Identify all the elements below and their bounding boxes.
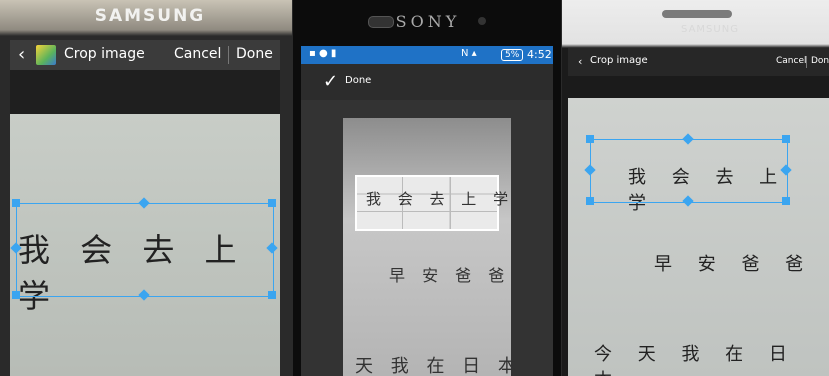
cjk-text-line: 早 安 爸 爸 <box>654 254 814 275</box>
gallery-app-icon <box>36 45 56 65</box>
crop-box[interactable] <box>16 203 274 297</box>
nfc-signal-icon: N ▴ <box>461 48 477 59</box>
action-bar: ✓ Done <box>301 64 553 100</box>
action-bar-title: Crop image <box>590 55 648 66</box>
crop-corner-handle[interactable] <box>782 135 790 143</box>
cjk-text-line: 今 天 我 在 日 本 <box>594 344 797 376</box>
crop-corner-handle[interactable] <box>12 291 20 299</box>
done-button[interactable]: Done <box>236 46 273 62</box>
brand-logo: SAMSUNG <box>681 24 739 35</box>
speaker-grille <box>662 10 732 18</box>
crop-corner-handle[interactable] <box>586 135 594 143</box>
action-bar: ‹ Crop image Cancel Done <box>568 48 829 76</box>
image-preview <box>343 118 511 376</box>
battery-indicator: 5% <box>501 49 524 61</box>
checkmark-icon[interactable]: ✓ <box>323 71 338 92</box>
divider <box>228 46 229 64</box>
phone-photo-sony: SONY ▪ ● ▮ N ▴ 5% 4:52 ✓ Done 我 会 去 上 学 … <box>293 0 561 376</box>
front-camera <box>478 17 486 25</box>
divider <box>806 56 807 68</box>
crop-corner-handle[interactable] <box>586 197 594 205</box>
cancel-button[interactable]: Cancel <box>776 56 807 66</box>
crop-corner-handle[interactable] <box>12 199 20 207</box>
cjk-text-line: 早 安 爸 爸 <box>389 266 511 285</box>
dim-area <box>10 70 280 114</box>
action-bar: ‹ Crop image Cancel Done <box>10 40 280 70</box>
status-time: 4:52 <box>527 48 552 61</box>
done-button[interactable]: Done <box>811 56 829 66</box>
back-chevron-icon[interactable]: ‹ <box>578 55 582 68</box>
action-bar-title: Crop image <box>64 46 145 62</box>
phone-photo-samsung-2: SAMSUNG ‹ Crop image Cancel Done 我 会 去 上… <box>562 0 829 376</box>
done-button[interactable]: Done <box>345 75 371 86</box>
brand-logo: SAMSUNG <box>94 6 206 26</box>
back-chevron-icon[interactable]: ‹ <box>18 44 25 65</box>
crop-corner-handle[interactable] <box>268 291 276 299</box>
status-bar: ▪ ● ▮ N ▴ 5% 4:52 <box>301 46 553 64</box>
crop-corner-handle[interactable] <box>782 197 790 205</box>
cjk-text-line: 天 我 在 日 本 <box>355 356 522 376</box>
notification-icons: ▪ ● ▮ <box>309 48 337 59</box>
cjk-text-line: 我 会 去 上 学 <box>366 190 515 208</box>
phone-photo-samsung-1: SAMSUNG ‹ Crop image Cancel Done 我 会 去 上… <box>0 0 292 376</box>
crop-box[interactable] <box>590 139 788 203</box>
crop-corner-handle[interactable] <box>268 199 276 207</box>
cancel-button[interactable]: Cancel <box>174 46 221 62</box>
